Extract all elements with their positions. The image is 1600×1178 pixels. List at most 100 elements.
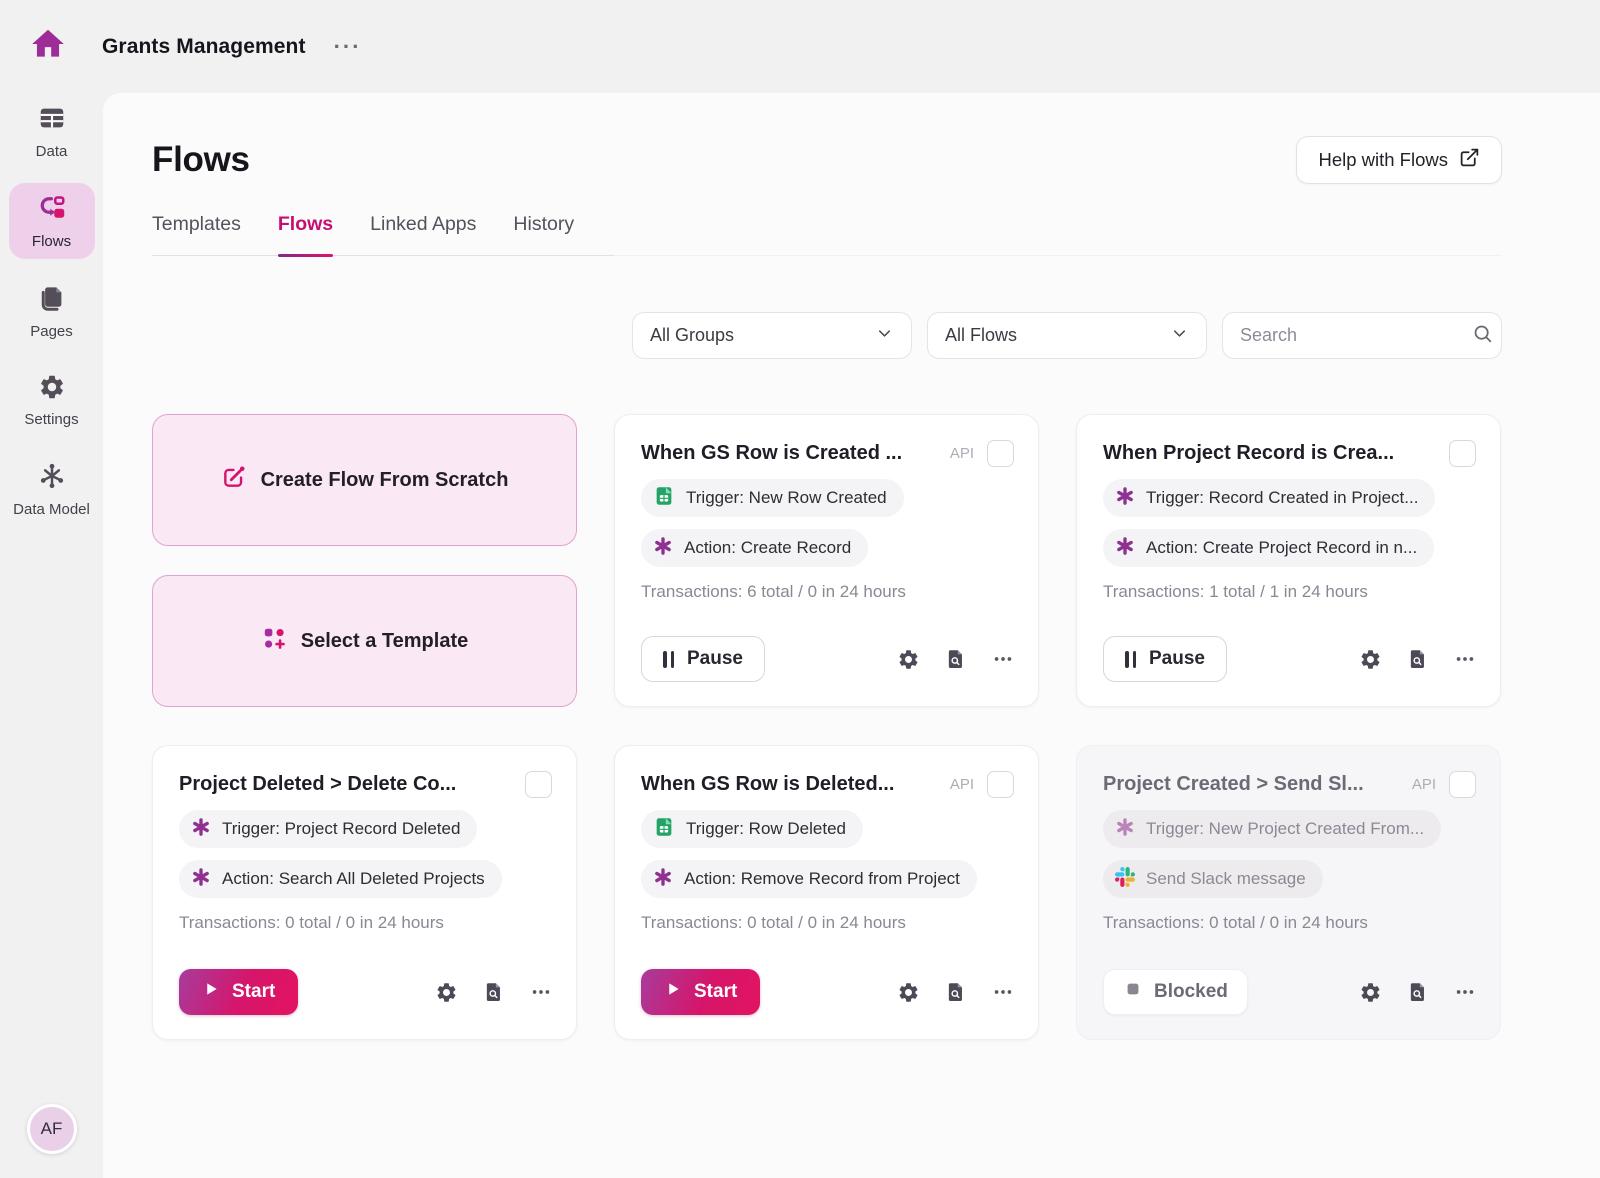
pause-icon — [1125, 651, 1136, 668]
transactions-text: Transactions: 0 total / 0 in 24 hours — [179, 913, 552, 933]
sidebar-item-data[interactable]: Data — [9, 93, 95, 169]
settings-gear-icon[interactable] — [897, 981, 920, 1004]
pause-button-label: Pause — [1149, 648, 1205, 670]
chevron-down-icon — [875, 324, 894, 348]
more-options-icon[interactable] — [992, 981, 1014, 1003]
tab-templates[interactable]: Templates — [152, 213, 241, 255]
settings-gear-icon[interactable] — [435, 981, 458, 1004]
start-button-label: Start — [694, 981, 737, 1003]
app-title: Grants Management — [102, 35, 306, 59]
trigger-label: Trigger: New Row Created — [686, 488, 887, 508]
pause-button[interactable]: Pause — [1103, 636, 1227, 682]
flow-title: When GS Row is Deleted... — [641, 773, 937, 796]
sidebar-item-data-model[interactable]: Data Model — [9, 451, 95, 527]
search-icon — [1472, 323, 1493, 349]
pause-button-label: Pause — [687, 648, 743, 670]
asterisk-icon — [1115, 817, 1135, 842]
home-button[interactable] — [26, 25, 70, 69]
action-label: Action: Create Record — [684, 538, 851, 558]
more-options-icon[interactable] — [530, 981, 552, 1003]
flow-filter-value: All Flows — [945, 325, 1017, 346]
template-grid-icon — [261, 625, 287, 657]
tab-linked-apps[interactable]: Linked Apps — [370, 213, 476, 255]
flow-title: When GS Row is Created ... — [641, 442, 937, 465]
action-label: Send Slack message — [1146, 869, 1306, 889]
settings-gear-icon[interactable] — [1359, 981, 1382, 1004]
flow-filter-select[interactable]: All Flows — [927, 312, 1207, 359]
log-document-icon[interactable] — [1407, 648, 1429, 670]
more-options-icon[interactable] — [1454, 648, 1476, 670]
action-tag: Action: Remove Record from Project — [641, 860, 977, 898]
more-options-icon[interactable] — [1454, 981, 1476, 1003]
play-icon — [202, 980, 220, 1004]
sidebar: Data Flows Pages Settings — [0, 93, 103, 1178]
transactions-text: Transactions: 1 total / 1 in 24 hours — [1103, 582, 1476, 602]
transactions-text: Transactions: 6 total / 0 in 24 hours — [641, 582, 1014, 602]
flow-checkbox[interactable] — [525, 771, 552, 798]
trigger-tag: Trigger: New Row Created — [641, 479, 904, 517]
tabs-bar: Templates Flows Linked Apps History — [152, 213, 1502, 256]
select-template-label: Select a Template — [301, 630, 468, 653]
action-label: Action: Create Project Record in n... — [1146, 538, 1417, 558]
topbar: Grants Management ··· — [0, 0, 1600, 93]
sidebar-item-label: Flows — [32, 233, 71, 250]
api-badge: API — [950, 776, 974, 793]
help-with-flows-button[interactable]: Help with Flows — [1296, 136, 1502, 184]
settings-gear-icon[interactable] — [897, 648, 920, 671]
flow-card: Project Deleted > Delete Co... Trigger: … — [152, 745, 577, 1040]
api-badge: API — [1412, 776, 1436, 793]
action-label: Action: Remove Record from Project — [684, 869, 960, 889]
trigger-tag: Trigger: Row Deleted — [641, 810, 863, 848]
flow-checkbox[interactable] — [987, 440, 1014, 467]
start-button[interactable]: Start — [641, 969, 760, 1015]
start-button[interactable]: Start — [179, 969, 298, 1015]
flow-checkbox[interactable] — [987, 771, 1014, 798]
transactions-text: Transactions: 0 total / 0 in 24 hours — [1103, 913, 1476, 933]
user-avatar[interactable]: AF — [27, 1104, 77, 1154]
tab-history[interactable]: History — [513, 213, 574, 255]
help-button-label: Help with Flows — [1318, 149, 1448, 171]
main-panel: Flows Help with Flows Templates Flows Li… — [103, 93, 1600, 1178]
sidebar-item-pages[interactable]: Pages — [9, 273, 95, 349]
action-tag: Action: Create Project Record in n... — [1103, 529, 1434, 567]
select-template-button[interactable]: Select a Template — [152, 575, 577, 707]
app-menu-dots-icon[interactable]: ··· — [334, 42, 362, 52]
gear-icon — [38, 373, 66, 406]
more-options-icon[interactable] — [992, 648, 1014, 670]
tab-flows[interactable]: Flows — [278, 213, 333, 255]
flow-title: Project Deleted > Delete Co... — [179, 773, 499, 796]
pause-icon — [663, 651, 674, 668]
log-document-icon[interactable] — [483, 981, 505, 1003]
search-input[interactable] — [1240, 325, 1472, 346]
group-filter-select[interactable]: All Groups — [632, 312, 912, 359]
flow-card: Project Created > Send Sl... API Trigger… — [1076, 745, 1501, 1040]
sidebar-item-flows[interactable]: Flows — [9, 183, 95, 259]
trigger-label: Trigger: Project Record Deleted — [222, 819, 460, 839]
flow-checkbox[interactable] — [1449, 771, 1476, 798]
edit-pencil-icon — [221, 464, 247, 496]
log-document-icon[interactable] — [945, 981, 967, 1003]
trigger-tag: Trigger: Project Record Deleted — [179, 810, 477, 848]
settings-gear-icon[interactable] — [1359, 648, 1382, 671]
trigger-tag: Trigger: Record Created in Project... — [1103, 479, 1435, 517]
create-flow-label: Create Flow From Scratch — [261, 469, 509, 492]
trigger-label: Trigger: Record Created in Project... — [1146, 488, 1418, 508]
external-link-icon — [1459, 147, 1480, 173]
api-badge: API — [950, 445, 974, 462]
log-document-icon[interactable] — [1407, 981, 1429, 1003]
asterisk-icon — [191, 817, 211, 842]
flow-checkbox[interactable] — [1449, 440, 1476, 467]
google-sheets-icon — [653, 816, 675, 843]
pause-button[interactable]: Pause — [641, 636, 765, 682]
asterisk-icon — [1115, 536, 1135, 561]
flow-card: When Project Record is Crea... Trigger: … — [1076, 414, 1501, 707]
trigger-tag: Trigger: New Project Created From... — [1103, 810, 1441, 848]
log-document-icon[interactable] — [945, 648, 967, 670]
sidebar-item-label: Pages — [30, 323, 73, 340]
transactions-text: Transactions: 0 total / 0 in 24 hours — [641, 913, 1014, 933]
create-flow-from-scratch-button[interactable]: Create Flow From Scratch — [152, 414, 577, 546]
google-sheets-icon — [653, 485, 675, 512]
sidebar-item-settings[interactable]: Settings — [9, 363, 95, 437]
blocked-button[interactable]: Blocked — [1103, 969, 1248, 1015]
blocked-square-icon — [1123, 979, 1143, 1005]
